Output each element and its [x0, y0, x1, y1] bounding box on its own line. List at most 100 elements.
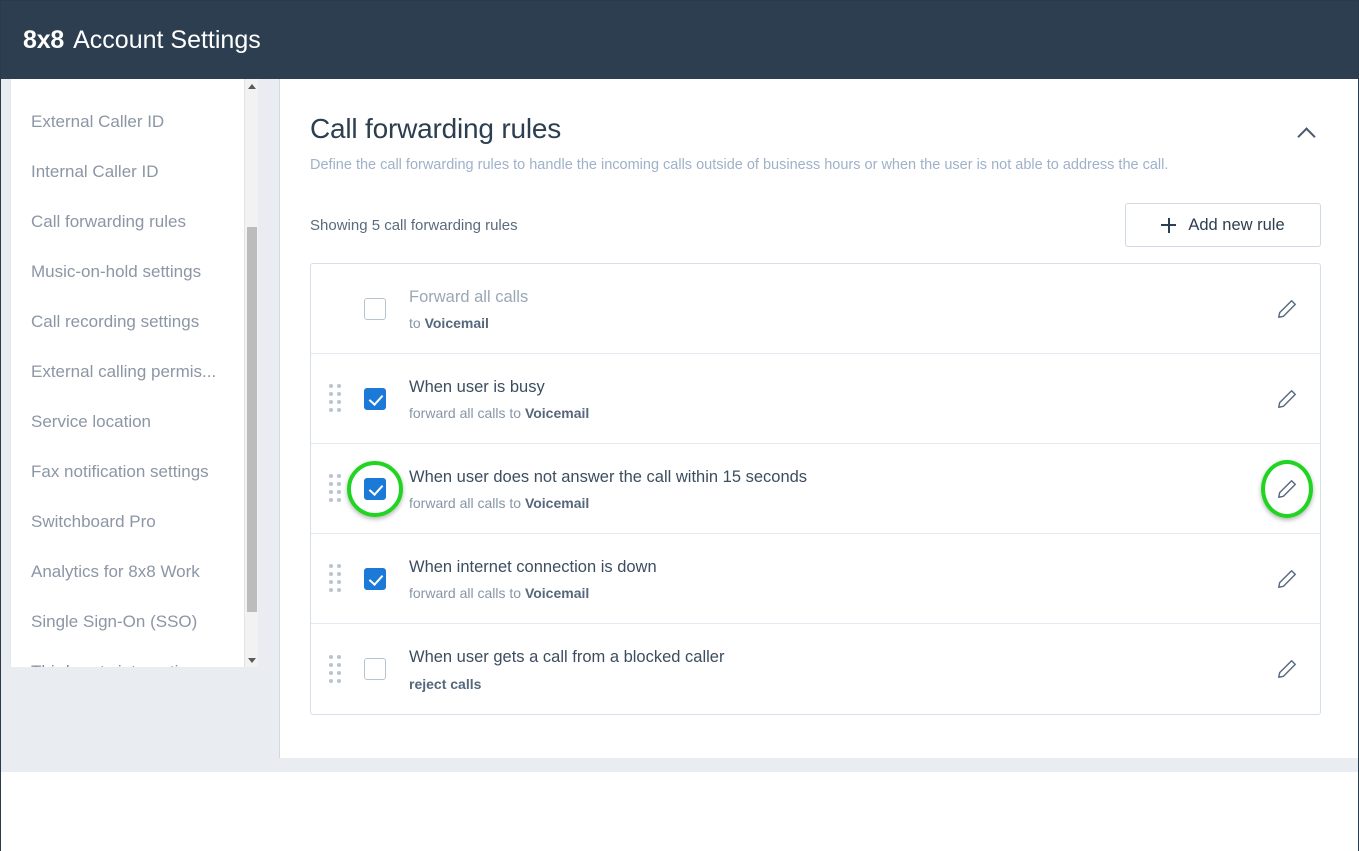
rule-text: When user gets a call from a blocked cal…	[401, 646, 1254, 691]
rule-checkbox-cell	[349, 478, 401, 500]
rule-checkbox[interactable]	[364, 478, 386, 500]
sidebar-item-label: Call forwarding rules	[31, 212, 186, 232]
sidebar-item-label: Internal Caller ID	[31, 162, 159, 182]
rule-title: When user gets a call from a blocked cal…	[409, 646, 1254, 668]
sidebar-item-analytics-for-8x8-work[interactable]: Analytics for 8x8 Work	[11, 547, 251, 597]
app-window: 8x8 Account Settings External Caller ID …	[0, 0, 1359, 851]
sidebar-item-music-on-hold-settings[interactable]: Music-on-hold settings	[11, 247, 251, 297]
rule-subtitle: to Voicemail	[409, 315, 1254, 331]
page-title: Account Settings	[73, 26, 261, 55]
rule-sub-target: Voicemail	[525, 405, 589, 421]
rule-checkbox[interactable]	[364, 298, 386, 320]
sidebar-item-fax-notification-settings[interactable]: Fax notification settings	[11, 447, 251, 497]
brand-logo: 8x8	[23, 26, 64, 55]
sidebar-panel: External Caller ID Internal Caller ID Ca…	[10, 79, 258, 667]
add-new-rule-button[interactable]: Add new rule	[1125, 203, 1321, 247]
rule-sub-prefix: forward all calls to	[409, 585, 525, 601]
rule-row: Forward all calls to Voicemail	[311, 264, 1320, 354]
sidebar-item-single-sign-on[interactable]: Single Sign-On (SSO)	[11, 597, 251, 647]
rule-checkbox-cell	[349, 388, 401, 410]
drag-handle-icon[interactable]	[321, 384, 349, 413]
rule-subtitle: forward all calls to Voicemail	[409, 495, 1254, 511]
sidebar-item-call-forwarding-rules[interactable]: Call forwarding rules	[11, 197, 251, 247]
body-region: External Caller ID Internal Caller ID Ca…	[1, 79, 1358, 851]
rule-sub-prefix: forward all calls to	[409, 405, 525, 421]
sidebar-item-label: Single Sign-On (SSO)	[31, 612, 197, 632]
rule-checkbox-cell	[349, 568, 401, 590]
sidebar-scrollbar[interactable]	[244, 79, 258, 667]
rule-text: Forward all calls to Voicemail	[401, 286, 1254, 331]
sidebar-item-internal-caller-id[interactable]: Internal Caller ID	[11, 147, 251, 197]
rule-subtitle: forward all calls to Voicemail	[409, 585, 1254, 601]
scroll-down-arrow-icon[interactable]	[245, 653, 258, 667]
rule-row: When user gets a call from a blocked cal…	[311, 624, 1320, 714]
rule-checkbox[interactable]	[364, 658, 386, 680]
sidebar-item-switchboard-pro[interactable]: Switchboard Pro	[11, 497, 251, 547]
plus-icon	[1161, 218, 1176, 233]
sidebar-item-label: Fax notification settings	[31, 462, 209, 482]
rule-row: When internet connection is down forward…	[311, 534, 1320, 624]
sidebar-item-external-caller-id[interactable]: External Caller ID	[11, 97, 251, 147]
sidebar-item-label: Third-party integration	[31, 662, 197, 667]
sidebar-item-label: Switchboard Pro	[31, 512, 156, 532]
section-title: Call forwarding rules	[310, 113, 1281, 145]
rule-text: When user does not answer the call withi…	[401, 466, 1254, 511]
chevron-up-icon	[1297, 127, 1315, 145]
rule-sub-prefix: forward all calls to	[409, 495, 525, 511]
sidebar-item-label: Music-on-hold settings	[31, 262, 201, 282]
rule-title: When internet connection is down	[409, 556, 1254, 578]
rule-checkbox-cell	[349, 298, 401, 320]
pencil-icon	[1276, 658, 1298, 680]
add-new-rule-label: Add new rule	[1188, 216, 1284, 235]
edit-rule-button[interactable]	[1254, 388, 1320, 410]
footer-divider	[1, 758, 1358, 772]
scrollbar-thumb[interactable]	[247, 227, 257, 612]
rule-row: When user is busy forward all calls to V…	[311, 354, 1320, 444]
pencil-icon	[1276, 478, 1298, 500]
rules-count-label: Showing 5 call forwarding rules	[310, 217, 518, 234]
sidebar: External Caller ID Internal Caller ID Ca…	[1, 79, 280, 758]
rule-title: When user does not answer the call withi…	[409, 466, 1254, 488]
sidebar-item-call-recording-settings[interactable]: Call recording settings	[11, 297, 251, 347]
sidebar-item-third-party-integration[interactable]: Third-party integration	[11, 647, 251, 667]
rule-subtitle: reject calls	[409, 676, 1254, 692]
rule-checkbox[interactable]	[364, 568, 386, 590]
rule-subtitle: forward all calls to Voicemail	[409, 405, 1254, 421]
section-header: Call forwarding rules Define the call fo…	[310, 113, 1321, 173]
rule-title: Forward all calls	[409, 286, 1254, 308]
sidebar-item-external-calling-permissions[interactable]: External calling permis...	[11, 347, 251, 397]
drag-handle-icon[interactable]	[321, 564, 349, 593]
sidebar-item-label: Call recording settings	[31, 312, 199, 332]
app-header: 8x8 Account Settings	[1, 1, 1358, 79]
collapse-section-button[interactable]	[1291, 121, 1321, 147]
pencil-icon	[1276, 298, 1298, 320]
rule-sub-target: Voicemail	[525, 585, 589, 601]
sidebar-item-service-location[interactable]: Service location	[11, 397, 251, 447]
rule-text: When user is busy forward all calls to V…	[401, 376, 1254, 421]
pencil-icon	[1276, 568, 1298, 590]
rule-text: When internet connection is down forward…	[401, 556, 1254, 601]
edit-rule-button[interactable]	[1254, 298, 1320, 320]
rules-toolbar: Showing 5 call forwarding rules Add new …	[310, 203, 1321, 247]
rule-checkbox[interactable]	[364, 388, 386, 410]
pencil-icon	[1276, 388, 1298, 410]
drag-handle-icon[interactable]	[321, 474, 349, 503]
rule-sub-prefix: to	[409, 315, 425, 331]
scroll-up-arrow-icon[interactable]	[245, 79, 258, 93]
edit-rule-button[interactable]	[1254, 478, 1320, 500]
main-content: Call forwarding rules Define the call fo…	[280, 79, 1358, 758]
rule-checkbox-cell	[349, 658, 401, 680]
edit-rule-button[interactable]	[1254, 658, 1320, 680]
rule-sub-target: Voicemail	[425, 315, 489, 331]
sidebar-item-label: External calling permis...	[31, 362, 216, 382]
sidebar-item-label: Service location	[31, 412, 151, 432]
edit-rule-button[interactable]	[1254, 568, 1320, 590]
rules-list: Forward all calls to Voicemail	[310, 263, 1321, 715]
rule-title: When user is busy	[409, 376, 1254, 398]
section-description: Define the call forwarding rules to hand…	[310, 157, 1281, 173]
footer-bar: Save	[1, 772, 1358, 851]
sidebar-item-label: Analytics for 8x8 Work	[31, 562, 200, 582]
rule-row: When user does not answer the call withi…	[311, 444, 1320, 534]
sidebar-item-label: External Caller ID	[31, 112, 164, 132]
drag-handle-icon[interactable]	[321, 655, 349, 684]
